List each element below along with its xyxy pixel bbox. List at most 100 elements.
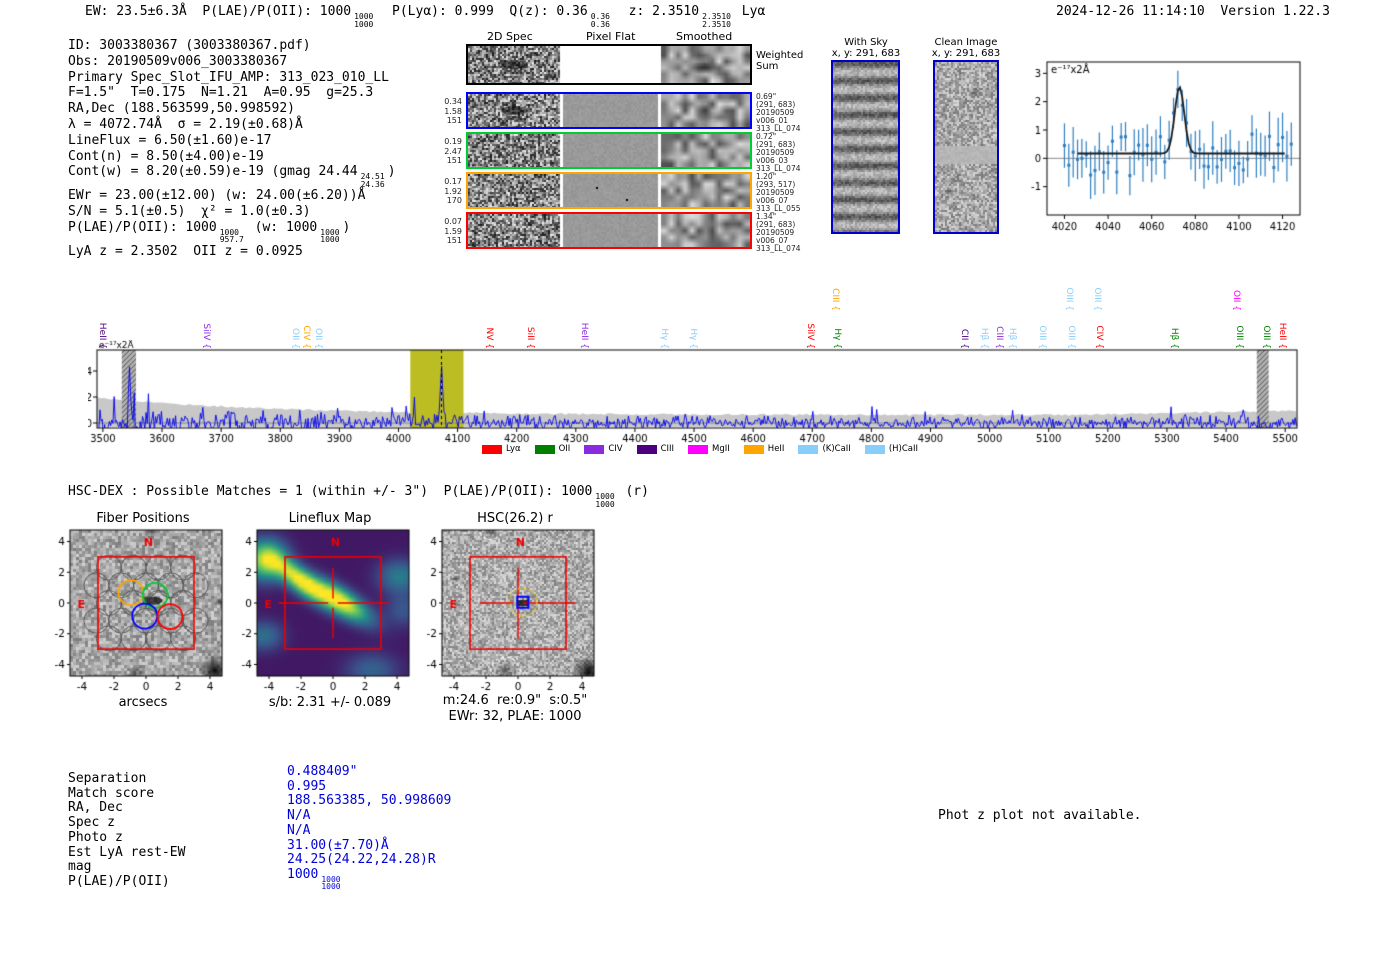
stat-value: 170 [446,196,462,205]
legend-label: CIII [660,444,675,454]
legend-item: HeII [743,444,784,454]
col-title-pixelflat: Pixel Flat [586,30,636,43]
timestamp-version: 2024-12-26 11:14:10 Version 1.22.3 [1056,4,1330,19]
text-segment: z: 2.3510 [612,4,700,19]
emission-line-label: CIV { [300,325,311,349]
match-row-label: mag [68,859,92,875]
clean-image-panel [933,60,999,234]
frac-bottom: 1000 [320,235,340,245]
stacked-fraction: 1000 1000 [321,874,341,892]
frac-bottom: 957.7 [219,235,244,245]
elixer-report-page: EW: 23.5±6.3Å P(LAE)/P(OII): 1000 1000 100… [0,0,1400,953]
legend-swatch [534,444,555,454]
legend-swatch [688,444,709,454]
report-datetime: 2024-12-26 11:14:10 [1056,4,1205,19]
fiber-positions-xlabel: arcsecs [118,695,168,710]
legend-label: MgII [712,444,730,454]
match-row-value: 188.563385, 50.998609 [287,794,451,809]
emission-line-label: NV { [484,327,495,349]
info-line: F=1.5" T=0.175 N=1.21 A=0.95 g=25.3 [68,85,396,101]
match-row-label: Spec z [68,815,115,831]
emission-line-label: SiIV { [200,323,211,349]
match-table-values: 0.488409" 0.995 188.563385, 50.998609 N/A N/… [287,764,451,892]
report-version: Version 1.22.3 [1220,4,1330,19]
match-row-label: P(LAE)/P(OII) [68,873,170,889]
text-segment: Cont(w) = 8.20(±0.59)e-19 (gmag 24.44 [68,164,358,180]
match-value-text: N/A [287,808,311,824]
hsc-caption-1: m:24.6 re:0.9" s:0.5" [442,693,588,708]
spec2d-row-image [468,46,750,83]
match-row-value: 0.995 [287,778,451,795]
match-row-label: RA, Dec [68,800,123,816]
clean-image-title: Clean Image [934,37,998,48]
spec2d-row [466,132,752,169]
info-line: LyA z = 2.3502 OII z = 0.0925 [68,244,396,260]
lineflux-caption: s/b: 2.31 +/- 0.089 [268,695,392,710]
caption-line: 313_LL_074 [756,244,801,253]
summary-header: EW: 23.5±6.3Å P(LAE)/P(OII): 1000 1000 100… [85,4,765,28]
match-value-text: 1000 [287,866,319,882]
text-segment: Lyα [733,4,766,19]
with-sky-image [833,62,898,232]
stat-value: 151 [446,236,462,245]
emission-line-label: CIV { [1093,325,1104,349]
info-line: P(LAE)/P(OII): 1000 1000 957.7 (w: 1000 100… [68,220,396,244]
match-row-label: Separation [68,771,147,786]
legend-swatch [584,444,605,454]
match-value-text: 188.563385, 50.998609 [287,793,452,809]
match-value-text: 0.488409" [287,764,358,779]
phot-z-note: Phot z plot not available. [938,808,1142,823]
text-segment: Obs: 20190509v006_3003380367 [68,53,288,69]
emission-line-label: HeII { [1276,322,1287,349]
clean-image-coords: x, y: 291, 683 [931,48,1001,59]
legend-item: OII [534,444,571,454]
spec2d-row-stats: 0.34 1.58 151 [436,97,462,126]
text-segment: P(Lyα): 0.999 Q(z): 0.36 [376,4,588,19]
emission-line-label: OII { [290,328,301,349]
spec2d-row-image [468,94,750,127]
stat-value: 1.59 [444,226,462,236]
emission-line-label: OIII { [1036,325,1047,349]
match-row-label: Photo z [68,829,123,845]
legend-item: Lyα [482,444,521,454]
spec2d-row-stats: 0.19 2.47 151 [436,137,462,166]
frac-bottom: 1000 [595,499,615,509]
spec2d-row-caption: 1.20" (293, 517) 20190509 v006_07 313_LL_055 [756,173,801,213]
spec2d-row-stats: 0.17 1.92 170 [436,177,462,206]
legend-label: OII [558,444,571,454]
stacked-fraction: 1000 1000 [354,13,373,28]
legend-label: CIV [608,444,623,454]
stat-value: 0.19 [444,137,462,146]
with-sky-title: With Sky [844,37,888,48]
info-line: λ = 4072.74Å σ = 2.19(±0.68)Å [68,117,396,133]
text-segment: P(LAE)/P(OII): 1000 [68,219,217,235]
legend-swatch [482,444,502,454]
stacked-fraction: 1000 1000 [595,493,614,508]
frac-bottom: 0.36 [590,19,610,29]
match-row-label: Match score [68,785,155,801]
spec2d-row-image [468,134,750,167]
match-value-text: 0.995 [287,778,327,794]
info-line: Cont(n) = 8.50(±4.00)e-19 [68,149,396,165]
info-line: ID: 3003380367 (3003380367.pdf) [68,38,396,54]
line-fit-inset-plot [1030,50,1320,235]
legend-label: (K)CaII [822,444,851,454]
text-segment: F=1.5" T=0.175 N=1.21 A=0.95 g=25.3 [68,85,374,101]
emission-line-label: OIII { [1233,325,1244,349]
match-value-text: 24.25(24.22,24.28)R [287,852,436,868]
text-segment: λ = 4072.74Å σ = 2.19(±0.68)Å [68,116,303,132]
stat-value: 0.17 [444,177,462,186]
info-line: RA,Dec (188.563599,50.998592) [68,101,396,117]
lineflux-map-plot [235,524,415,694]
info-line: S/N = 5.1(±0.5) χ² = 1.0(±0.3) [68,204,396,220]
col-title-smoothed: Smoothed [676,30,733,43]
emission-line-label: SiII { [525,326,536,349]
frac-bottom: 1000 [354,19,374,29]
match-value-text: N/A [287,822,311,838]
text-segment: ) [342,219,351,235]
legend-item: CIII [636,444,675,454]
stat-value: 2.47 [444,146,462,156]
stat-value: 1.92 [444,186,462,196]
stat-value: 0.07 [444,217,462,226]
